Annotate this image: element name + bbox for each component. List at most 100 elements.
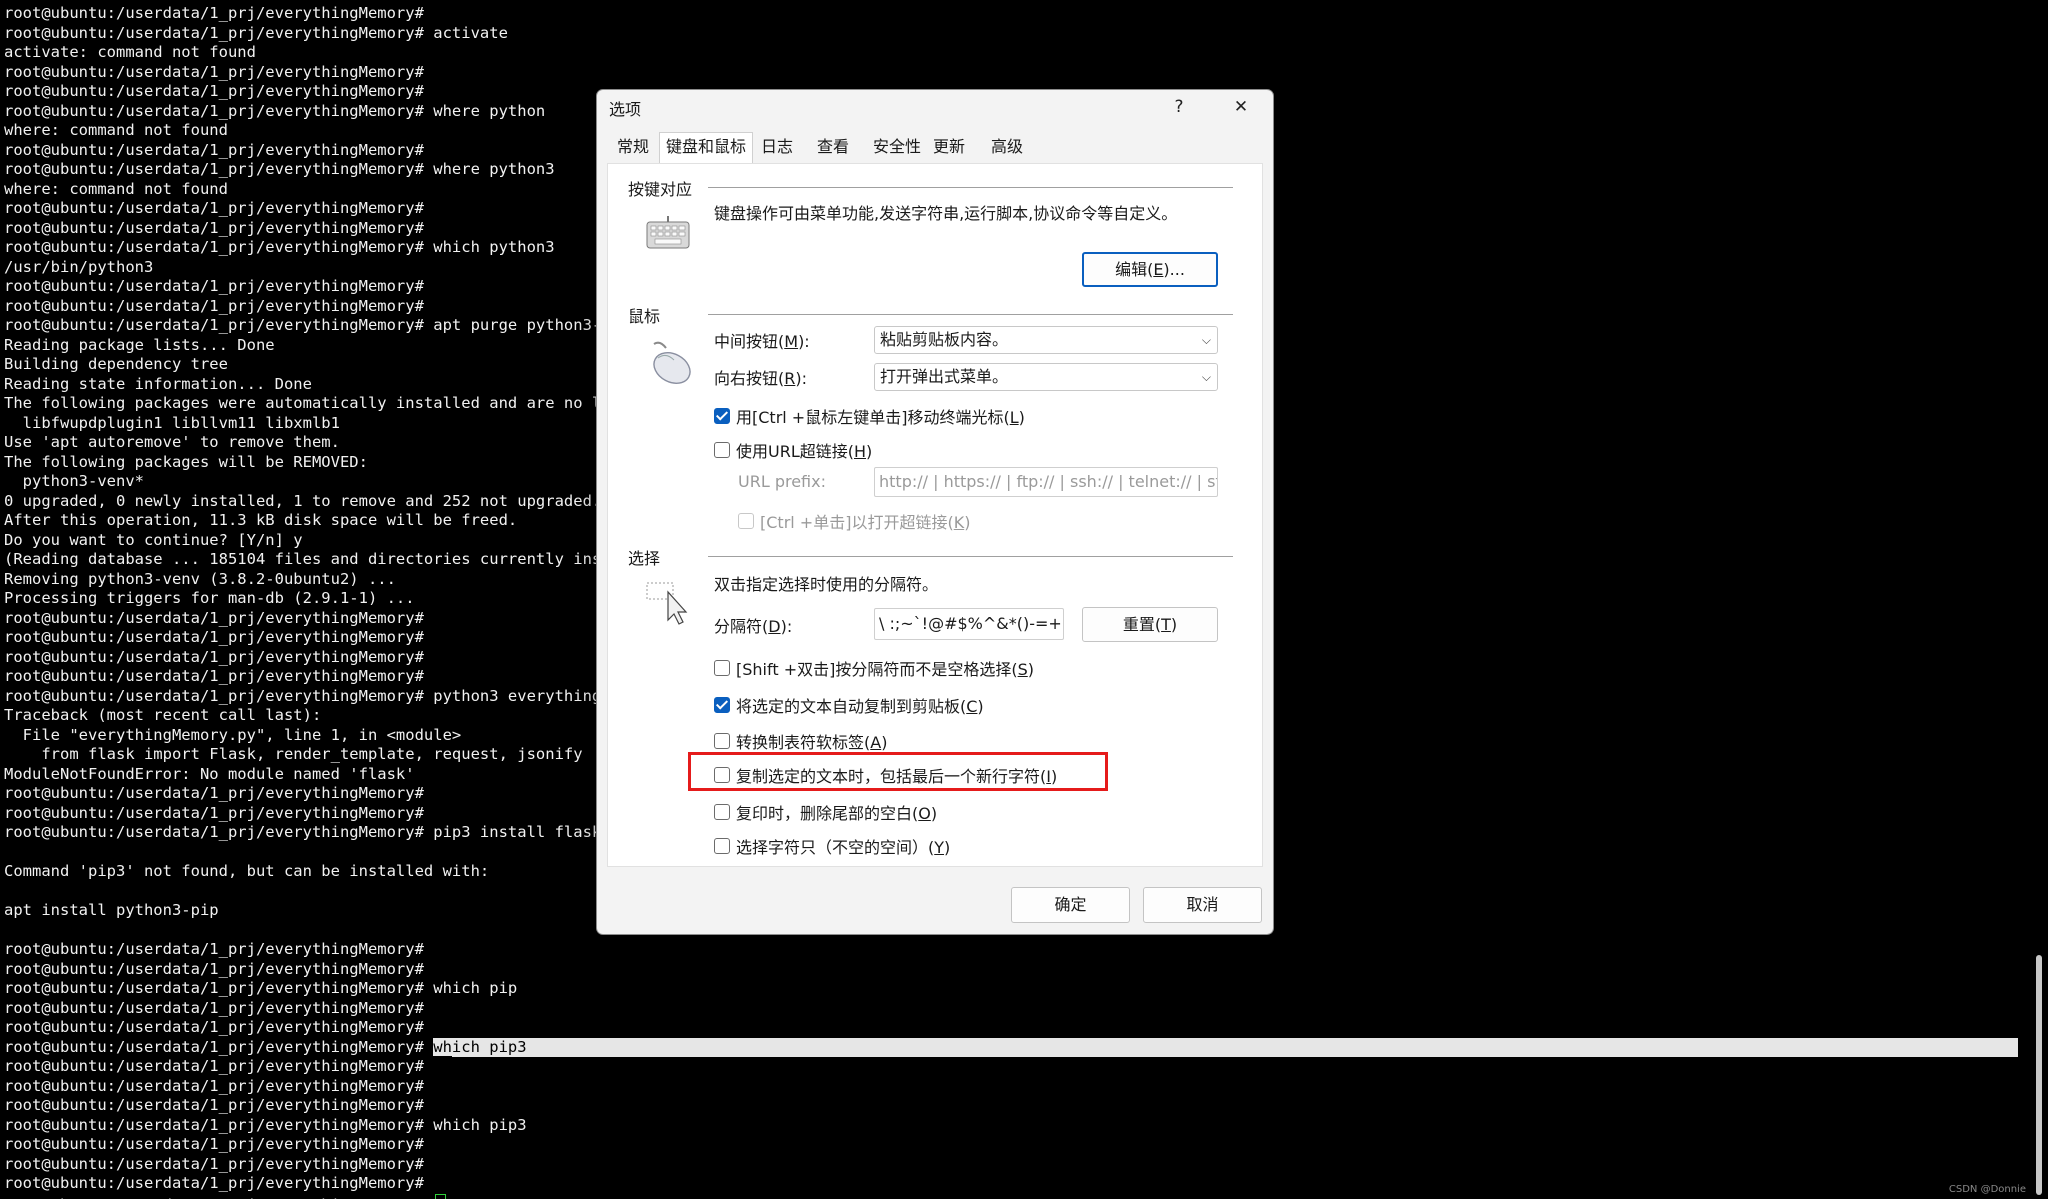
- tab-update[interactable]: 更新: [927, 135, 971, 159]
- separator-label: 分隔符(D):: [714, 613, 792, 637]
- terminal-line: from flask import Flask, render_template…: [4, 745, 583, 763]
- edit-keymap-button[interactable]: 编辑(E)...: [1082, 252, 1218, 287]
- middle-label-suffix: ):: [798, 332, 810, 351]
- section-divider: [708, 556, 1233, 557]
- tab-accesskey: A: [870, 733, 882, 752]
- terminal-line: Do you want to continue? [Y/n] y: [4, 530, 303, 549]
- tab-log[interactable]: 日志: [755, 135, 799, 159]
- terminal-line: activate: command not found: [4, 43, 256, 61]
- terminal-line: File "everythingMemory.py", line 1, in <…: [4, 725, 462, 744]
- middle-button-select[interactable]: 粘贴剪贴板内容。 ⌵: [874, 326, 1218, 354]
- terminal-line: root@ubuntu:/userdata/1_prj/everythingMe…: [4, 647, 424, 666]
- auto-copy-label[interactable]: 将选定的文本自动复制到剪贴板(C): [736, 693, 984, 717]
- reset-button[interactable]: 重置(T): [1082, 607, 1218, 642]
- separator-input[interactable]: \ :;~`!@#$%^&*()-=+|[]{}: [874, 608, 1064, 640]
- tab-view[interactable]: 查看: [811, 135, 855, 159]
- use-url-hyperlink-label[interactable]: 使用URL超链接(H): [736, 438, 872, 462]
- trim-trailing-space-label[interactable]: 复印时，删除尾部的空白(O): [736, 800, 937, 824]
- shift-dblclick-label[interactable]: [Shift +双击]按分隔符而不是空格选择(S): [736, 656, 1034, 680]
- tab-general[interactable]: 常规: [611, 135, 655, 159]
- url-prefix-input[interactable]: http:// | https:// | ftp:// | ssh:// | t…: [874, 467, 1218, 497]
- scrollbar-thumb[interactable]: [2036, 955, 2042, 1195]
- reset-suffix: ): [1170, 615, 1178, 634]
- terminal-line: Building dependency tree: [4, 355, 228, 373]
- convert-tab-checkbox[interactable]: [714, 733, 730, 749]
- terminal-line: /usr/bin/python3: [4, 257, 154, 276]
- right-button-select[interactable]: 打开弹出式菜单。 ⌵: [874, 363, 1218, 391]
- auto-copy-checkbox[interactable]: [714, 697, 730, 713]
- terminal-line: root@ubuntu:/userdata/1_prj/everythingMe…: [4, 803, 424, 822]
- middle-label-text: 中间按钮(: [714, 332, 785, 351]
- terminal-line: Command 'pip3' not found, but can be ins…: [4, 862, 490, 880]
- right-label-suffix: ):: [795, 369, 808, 388]
- use-url-hyperlink-checkbox[interactable]: [714, 442, 730, 458]
- terminal-line-selected: root@ubuntu:/userdata/1_prj/everythingMe…: [0, 1037, 2018, 1057]
- shift-accesskey: S: [1017, 660, 1028, 679]
- terminal-line: root@ubuntu:/userdata/1_prj/everythingMe…: [4, 1154, 424, 1173]
- middle-button-value: 粘贴剪贴板内容。: [880, 330, 1009, 349]
- ctrl-open-accesskey: K: [953, 513, 965, 532]
- trim-accesskey: O: [918, 804, 931, 823]
- tab-keyboard-mouse[interactable]: 键盘和鼠标: [659, 132, 753, 163]
- keyboard-icon: [646, 216, 690, 254]
- terminal-line: root@ubuntu:/userdata/1_prj/everythingMe…: [4, 1057, 424, 1075]
- right-label-text: 向右按钮(: [714, 369, 785, 388]
- options-dialog: 选项 ? ✕ 常规 键盘和鼠标 日志 查看 安全性 更新 高级 按键对应 键盘操…: [596, 89, 1274, 935]
- terminal-selection: which pip3: [433, 1037, 527, 1056]
- terminal-line: root@ubuntu:/userdata/1_prj/everythingMe…: [4, 4, 424, 22]
- terminal-line: root@ubuntu:/userdata/1_prj/everythingMe…: [4, 608, 424, 627]
- edit-label: 编辑(: [1115, 260, 1154, 279]
- terminal-line: root@ubuntu:/userdata/1_prj/everythingMe…: [4, 160, 555, 178]
- shift-suffix: ): [1027, 660, 1034, 679]
- cancel-button[interactable]: 取消: [1143, 887, 1262, 923]
- select-description: 双击指定选择时使用的分隔符。: [714, 575, 939, 594]
- terminal-line: where: command not found: [4, 121, 228, 139]
- tab-advanced[interactable]: 高级: [985, 135, 1029, 159]
- nonempty-text: 选择字符只（不空的空间）(: [736, 838, 935, 857]
- middle-accesskey: M: [784, 332, 799, 351]
- terminal-line: root@ubuntu:/userdata/1_prj/everythingMe…: [4, 784, 424, 802]
- terminal-line: root@ubuntu:/userdata/1_prj/everythingMe…: [4, 199, 424, 217]
- help-button[interactable]: ?: [1159, 90, 1199, 124]
- terminal-line: (Reading database ... 185104 files and d…: [4, 550, 676, 568]
- terminal-scrollbar[interactable]: [2032, 0, 2048, 1199]
- dialog-title: 选项: [609, 100, 642, 119]
- select-nonspace-checkbox[interactable]: [714, 838, 730, 854]
- ctrl-click-move-cursor-checkbox[interactable]: [714, 408, 730, 424]
- terminal-line: root@ubuntu:/userdata/1_prj/everythingMe…: [4, 82, 424, 100]
- cursor-select-icon: [646, 582, 690, 630]
- terminal-line: root@ubuntu:/userdata/1_prj/everythingMe…: [4, 1174, 424, 1192]
- select-nonspace-label[interactable]: 选择字符只（不空的空间）(Y): [736, 834, 950, 858]
- url-link-accesskey: H: [854, 442, 867, 461]
- terminal-line: root@ubuntu:/userdata/1_prj/everythingMe…: [4, 979, 518, 997]
- ctrl-open-text: [Ctrl +单击]以打开超链接(: [760, 513, 954, 532]
- trim-text: 复印时，删除尾部的空白(: [736, 804, 919, 823]
- trim-trailing-space-checkbox[interactable]: [714, 804, 730, 820]
- ctrl-open-suffix: ): [964, 513, 971, 532]
- nonempty-accesskey: Y: [934, 838, 945, 857]
- section-divider: [708, 187, 1233, 188]
- autocopy-suffix: ): [977, 697, 984, 716]
- close-icon[interactable]: ✕: [1221, 90, 1261, 124]
- terminal-line: root@ubuntu:/userdata/1_prj/everythingMe…: [4, 998, 424, 1017]
- terminal-line: The following packages will be REMOVED:: [4, 452, 368, 471]
- url-prefix-label: URL prefix:: [738, 472, 826, 491]
- terminal-line: root@ubuntu:/userdata/1_prj/everythingMe…: [4, 628, 424, 646]
- terminal-line: Reading state information... Done: [4, 374, 312, 393]
- convert-tab-label[interactable]: 转换制表符软标签(A): [736, 729, 887, 753]
- ctrl-click-open-link-checkbox[interactable]: [738, 513, 754, 529]
- terminal-line: apt install python3-pip: [4, 901, 219, 919]
- ctrl-click-open-link-label[interactable]: [Ctrl +单击]以打开超链接(K): [760, 509, 970, 533]
- terminal-line: Use 'apt autoremove' to remove them.: [4, 433, 340, 451]
- shift-dblclick-checkbox[interactable]: [714, 660, 730, 676]
- terminal-line: root@ubuntu:/userdata/1_prj/everythingMe…: [4, 667, 424, 685]
- tab-security[interactable]: 安全性: [869, 135, 925, 159]
- terminal-line: root@ubuntu:/userdata/1_prj/everythingMe…: [4, 140, 424, 159]
- ctrl-click-move-cursor-label[interactable]: 用[Ctrl +鼠标左键单击]移动终端光标(L): [736, 404, 1025, 428]
- ok-button[interactable]: 确定: [1011, 887, 1130, 923]
- keymap-description: 键盘操作可由菜单功能,发送字符串,运行脚本,协议命令等自定义。: [714, 204, 1178, 223]
- terminal-line: root@ubuntu:/userdata/1_prj/everythingMe…: [4, 62, 424, 81]
- terminal-line: 0 upgraded, 0 newly installed, 1 to remo…: [4, 491, 602, 510]
- section-mouse-header: 鼠标: [628, 307, 661, 326]
- terminal-line: Removing python3-venv (3.8.2-0ubuntu2) .…: [4, 569, 396, 588]
